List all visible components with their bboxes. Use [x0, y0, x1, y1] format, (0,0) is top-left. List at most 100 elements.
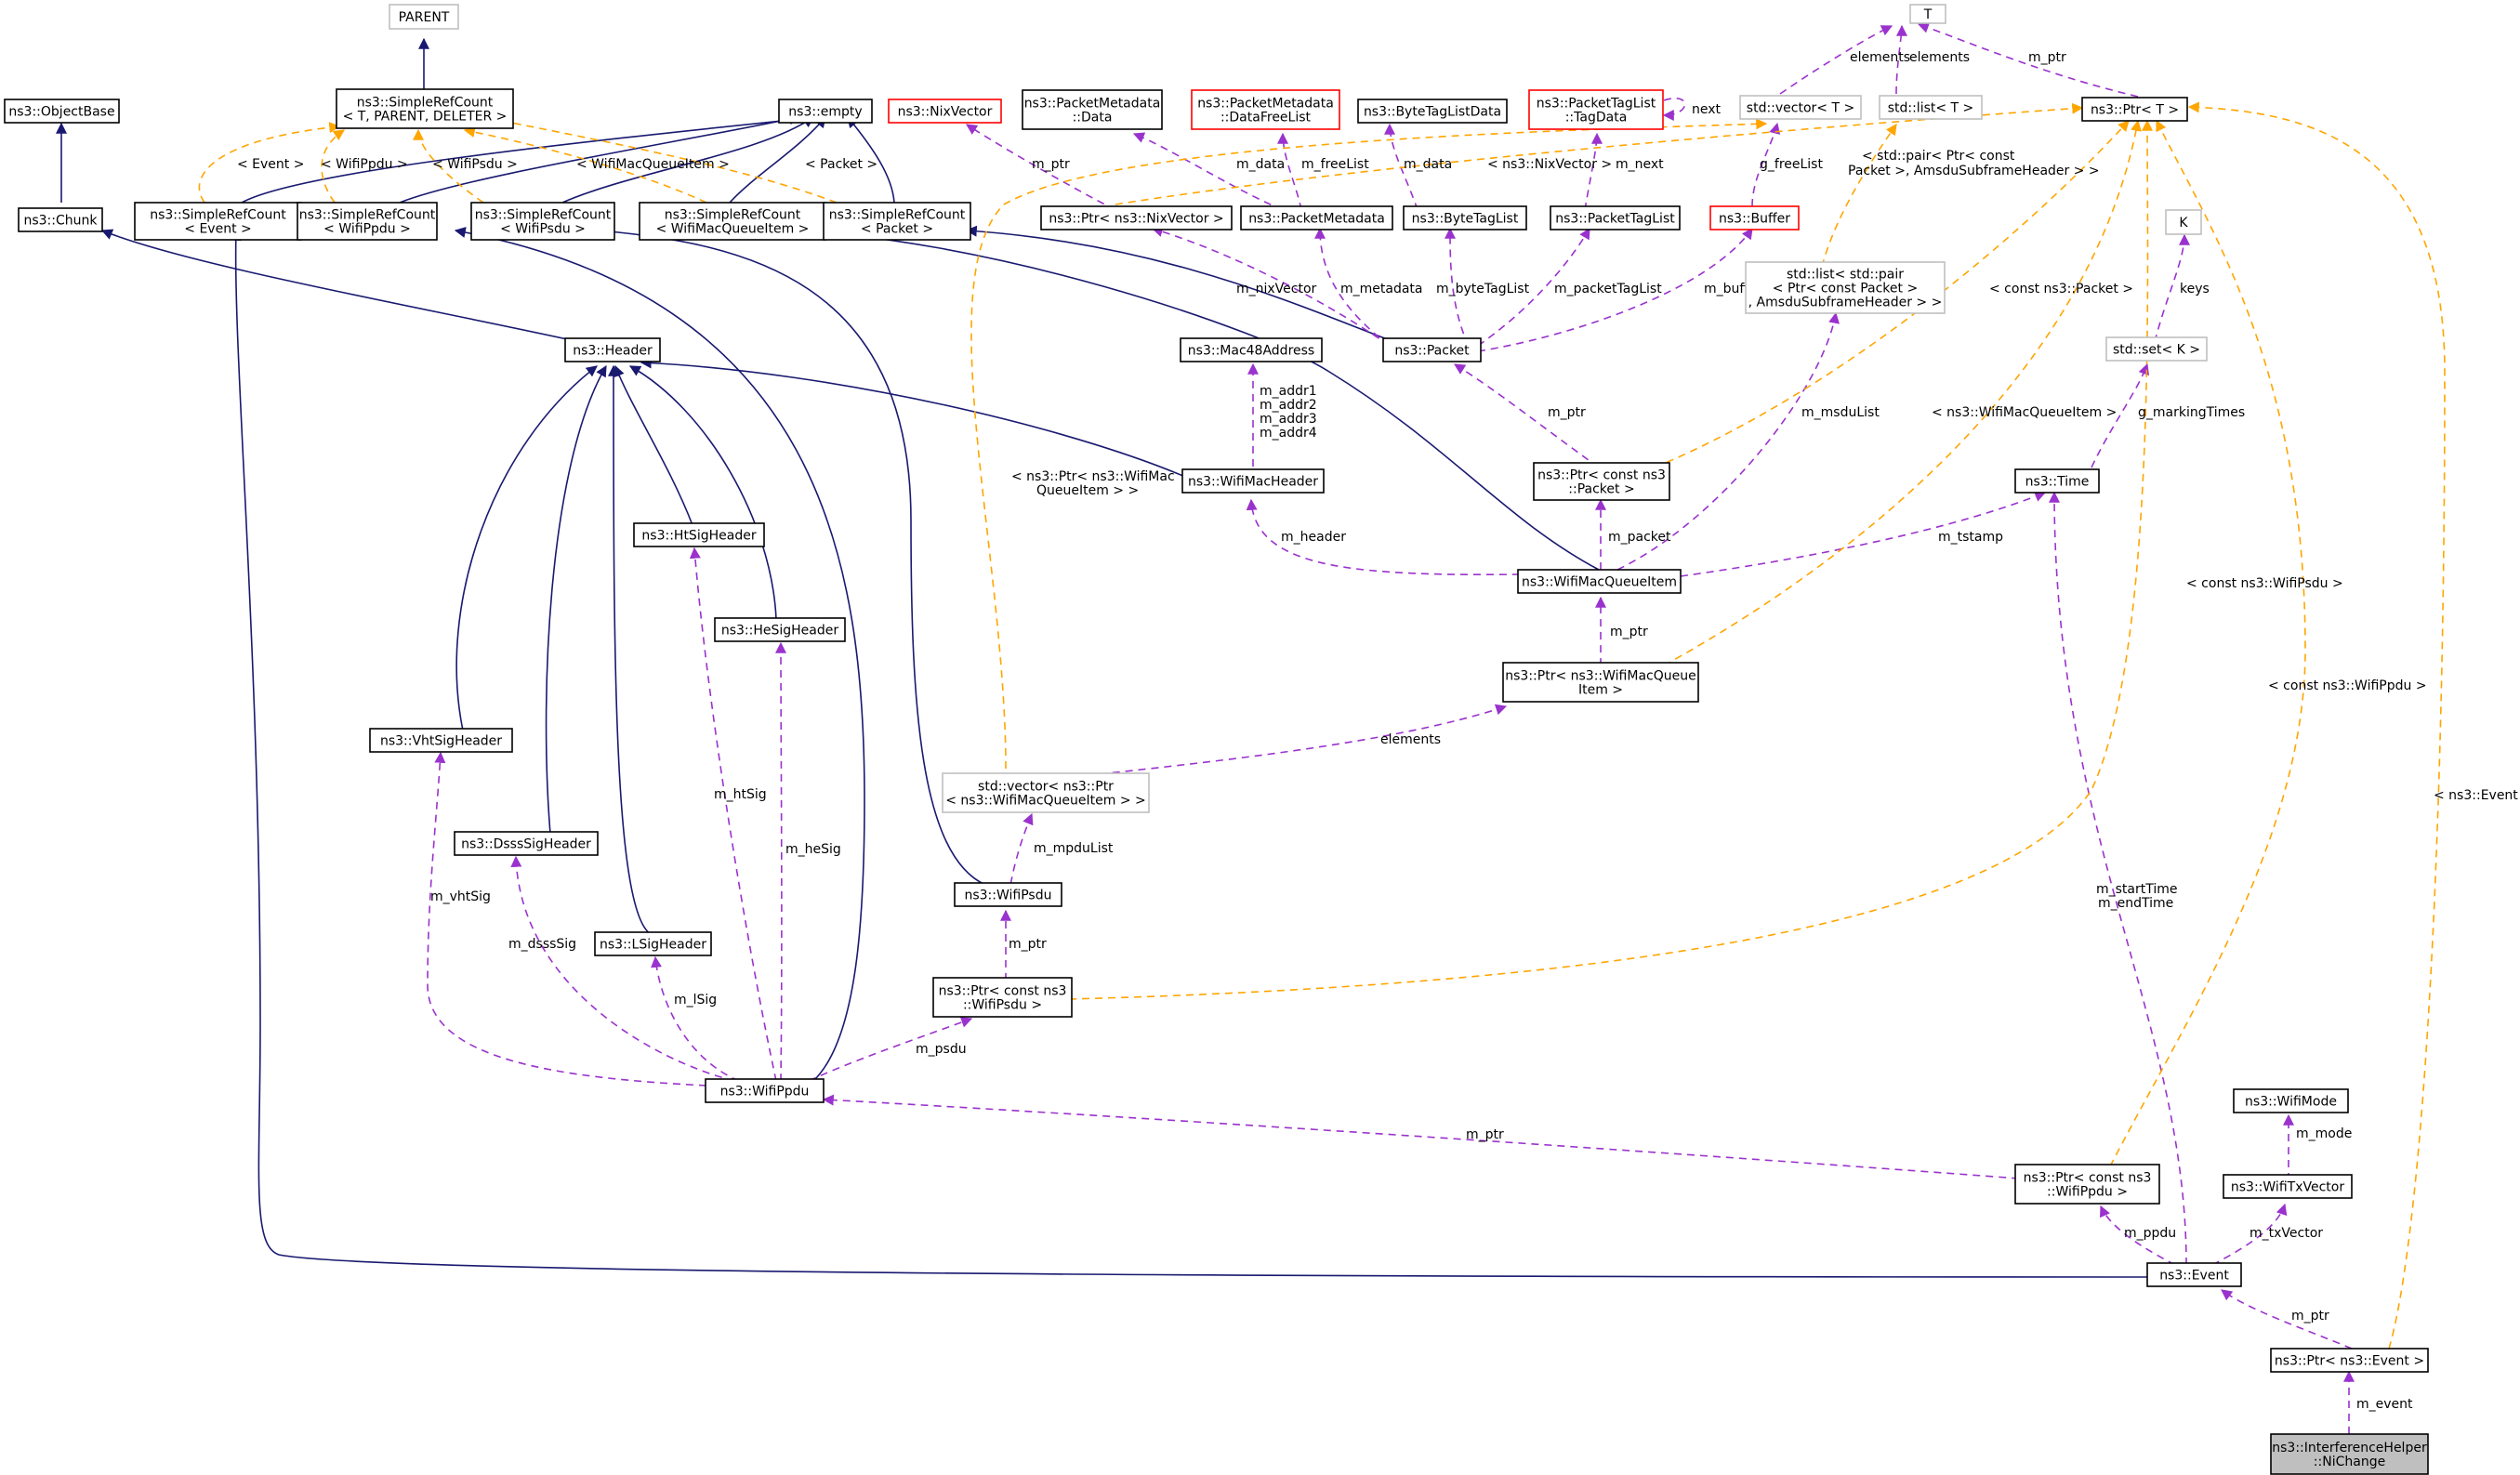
node-label: std::vector< ns3::Ptr: [978, 780, 1114, 795]
class-node-buffer[interactable]: ns3::Buffer: [1709, 205, 1800, 230]
class-node-packet[interactable]: ns3::Packet: [1382, 337, 1482, 362]
class-node-event[interactable]: ns3::Event: [2146, 1262, 2242, 1287]
class-node-wifipsdu[interactable]: ns3::WifiPsdu: [954, 882, 1062, 907]
edge-inherit-hesig-header: [628, 365, 777, 620]
edge-label: keys: [2180, 282, 2210, 296]
class-node-wifimacheader[interactable]: ns3::WifiMacHeader: [1181, 468, 1325, 494]
class-node-htsigheader[interactable]: ns3::HtSigHeader: [633, 522, 765, 547]
class-node-stdlistpair[interactable]: std::list< std::pair< Ptr< const Packet …: [1745, 261, 1946, 314]
class-node-ptrconstwifipsdu[interactable]: ns3::Ptr< const ns3::WifiPsdu >: [932, 977, 1073, 1018]
node-label: std::list< T >: [1888, 101, 1974, 116]
class-node-objectbase[interactable]: ns3::ObjectBase: [4, 99, 120, 124]
node-label: < WifiMacQueueItem >: [656, 222, 810, 237]
edge-label: m_addr2: [1260, 398, 1317, 413]
class-node-empty[interactable]: ns3::empty: [778, 99, 873, 124]
edge-label: m_ptr: [1032, 157, 1070, 172]
edge-inherit-event-srcevent: [230, 229, 2148, 1278]
edge-label: m_mpduList: [1034, 841, 1114, 856]
edge-label: m_startTime: [2096, 882, 2178, 897]
class-node-wifimode[interactable]: ns3::WifiMode: [2233, 1088, 2349, 1113]
class-node-src_wifipsdu[interactable]: ns3::SimpleRefCount< WifiPsdu >: [470, 202, 615, 241]
edge-label: m_data: [1404, 157, 1452, 172]
edge-label: m_ptr: [2028, 50, 2066, 65]
class-node-chunk[interactable]: ns3::Chunk: [18, 207, 103, 232]
node-label: std::list< std::pair: [1787, 268, 1904, 283]
edge-label: < ns3::Event >: [2434, 788, 2520, 803]
edge-label: m_ppdu: [2124, 1226, 2176, 1241]
node-label: ns3::Buffer: [1719, 212, 1790, 227]
class-node-header[interactable]: ns3::Header: [564, 337, 661, 362]
class-node-lsigheader[interactable]: ns3::LSigHeader: [594, 931, 712, 956]
class-node-parent[interactable]: PARENT: [389, 4, 459, 30]
class-node-ptrconstpacket[interactable]: ns3::Ptr< const ns3::Packet >: [1533, 462, 1670, 501]
class-node-wifimacqueueitem[interactable]: ns3::WifiMacQueueItem: [1517, 569, 1682, 594]
class-node-ptrconstwifippdu[interactable]: ns3::Ptr< const ns3::WifiPpdu >: [2014, 1164, 2160, 1205]
class-node-mac48address[interactable]: ns3::Mac48Address: [1180, 337, 1323, 362]
node-label: ns3::LSigHeader: [600, 938, 706, 953]
class-node-stdlistt[interactable]: std::list< T >: [1879, 95, 1983, 120]
class-node-src_event[interactable]: ns3::SimpleRefCount< Event >: [134, 202, 302, 241]
edge-tpl-ptrconstwifipsdu-ptrT: [1068, 119, 2154, 1000]
edge-inherit-packet-srcpacket: [965, 225, 1391, 341]
class-node-wifippdu[interactable]: ns3::WifiPpdu: [705, 1078, 825, 1103]
edge-inherit-header-chunk: [100, 229, 573, 341]
node-label: ns3::Time: [2025, 475, 2090, 490]
edge-label: m_byteTagList: [1436, 282, 1530, 296]
class-node-stdsetk[interactable]: std::set< K >: [2105, 336, 2208, 362]
node-label: ns3::WifiMode: [2245, 1095, 2337, 1110]
edge-label: < Event >: [237, 157, 304, 172]
class-node-ptrt[interactable]: ns3::Ptr< T >: [2081, 97, 2188, 122]
node-label: ns3::SimpleRefCount: [357, 96, 494, 111]
edge-use-event-time: [2049, 491, 2187, 1266]
class-node-dssssigheader[interactable]: ns3::DsssSigHeader: [454, 831, 599, 856]
edge-inherit-vhtsig-header: [455, 365, 598, 731]
class-node-pmdata[interactable]: ns3::PacketMetadata::Data: [1022, 89, 1163, 130]
class-node-packetmetadata[interactable]: ns3::PacketMetadata: [1240, 205, 1393, 230]
class-node-vhtsigheader[interactable]: ns3::VhtSigHeader: [369, 728, 513, 753]
node-label: ns3::Header: [573, 344, 653, 359]
node-label: ns3::SimpleRefCount: [829, 208, 966, 223]
class-node-src_tpd[interactable]: ns3::SimpleRefCount< T, PARENT, DELETER …: [336, 88, 514, 129]
node-label: ns3::PacketTagList: [1555, 212, 1675, 227]
class-node-pmdfl[interactable]: ns3::PacketMetadata::DataFreeList: [1191, 89, 1340, 130]
node-label: ns3::InterferenceHelper: [2272, 1441, 2427, 1455]
node-label: ns3::ByteTagListData: [1364, 105, 1501, 120]
class-node-bytetaglist[interactable]: ns3::ByteTagList: [1403, 205, 1527, 230]
edge-inherit-wifipsdu-srcwifipsdu: [598, 225, 986, 886]
node-label: ns3::PacketTagList: [1537, 97, 1656, 112]
edge-label: < ns3::WifiMacQueueItem >: [1932, 405, 2117, 420]
class-node-ptrevent[interactable]: ns3::Ptr< ns3::Event >: [2270, 1348, 2429, 1373]
node-label: PARENT: [399, 10, 450, 25]
node-label: ns3::WifiPpdu: [720, 1085, 810, 1100]
class-node-time[interactable]: ns3::Time: [2014, 468, 2100, 494]
class-node-k[interactable]: K: [2165, 209, 2202, 235]
edge-label: < std::pair< Ptr< const: [1862, 149, 2015, 164]
class-node-packettaglist[interactable]: ns3::PacketTagList: [1550, 205, 1681, 230]
class-node-src_wmqi[interactable]: ns3::SimpleRefCount< WifiMacQueueItem >: [639, 202, 826, 241]
class-node-t[interactable]: T: [1909, 4, 1946, 24]
class-node-ptltagdata[interactable]: ns3::PacketTagList::TagData: [1528, 89, 1664, 130]
edge-label: m_msduList: [1801, 405, 1880, 420]
node-label: ns3::PacketMetadata: [1248, 212, 1385, 227]
edge-label: m_header: [1281, 530, 1346, 545]
class-node-nixvector[interactable]: ns3::NixVector: [888, 99, 1002, 124]
edge-use-pmetadata-pmdfl: [1277, 132, 1302, 211]
class-node-ptrwmqi[interactable]: ns3::Ptr< ns3::WifiMacQueueItem >: [1502, 662, 1699, 703]
class-node-hesigheader[interactable]: ns3::HeSigHeader: [714, 617, 846, 642]
node-label: ::TagData: [1565, 111, 1628, 125]
class-node-ptrnixvector[interactable]: ns3::Ptr< ns3::NixVector >: [1040, 205, 1233, 230]
class-node-btldata[interactable]: ns3::ByteTagListData: [1357, 99, 1508, 124]
edge-label: m_vhtSig: [430, 889, 491, 904]
edge-label: m_tstamp: [1938, 530, 2003, 545]
node-label: ns3::PacketMetadata: [1024, 97, 1161, 112]
class-node-src_wifippdu[interactable]: ns3::SimpleRefCount< WifiPpdu >: [297, 202, 438, 241]
edge-label: m_event: [2356, 1397, 2413, 1412]
node-label: ns3::Ptr< const ns3: [939, 984, 1067, 999]
class-node-wifitxvector[interactable]: ns3::WifiTxVector: [2223, 1174, 2353, 1199]
edge-label: m_next: [1616, 157, 1664, 172]
class-node-src_packet[interactable]: ns3::SimpleRefCount< Packet >: [823, 202, 971, 241]
edge-use-ptrevent-event: [2221, 1289, 2353, 1350]
node-label: ns3::empty: [788, 105, 862, 120]
class-node-stdvectort[interactable]: std::vector< T >: [1739, 95, 1862, 120]
class-node-stdvectorptr[interactable]: std::vector< ns3::Ptr< ns3::WifiMacQueue…: [942, 772, 1150, 813]
